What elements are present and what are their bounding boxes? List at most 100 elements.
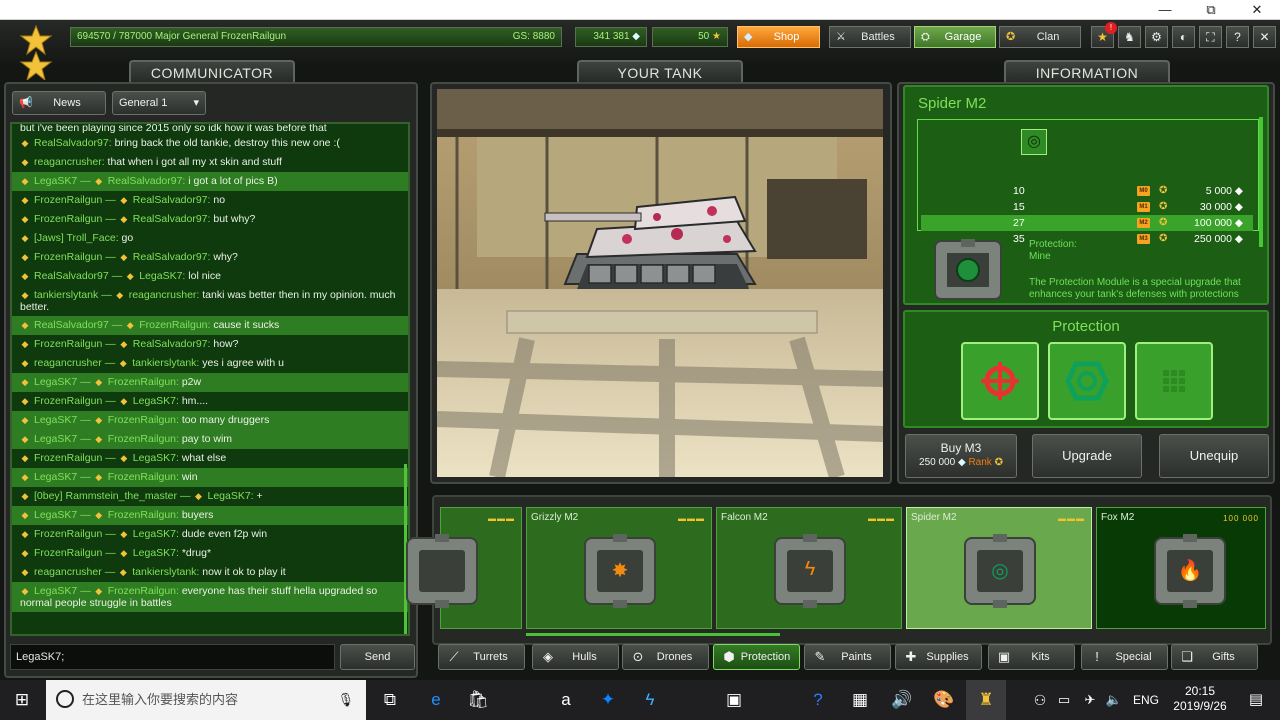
chat-sender[interactable]: FrozenRailgun xyxy=(34,213,102,225)
chat-message[interactable]: ◆ LegaSK7— ◆ FrozenRailgun: win xyxy=(12,468,408,487)
chat-recipient[interactable]: LegaSK7: xyxy=(133,395,179,407)
buy-m3-button[interactable]: Buy M3 250 000 ◆ Rank ✪ xyxy=(905,434,1017,478)
chat-message[interactable]: ◆ FrozenRailgun — ◆ LegaSK7: hm.... xyxy=(12,392,408,411)
chat-recipient[interactable]: FrozenRailgun: xyxy=(108,509,179,521)
chat-message[interactable]: ◆ reagancrusher — ◆ tankierslytank: now it o… xyxy=(12,563,408,582)
chat-sender[interactable]: FrozenRailgun xyxy=(34,194,102,206)
chat-sender[interactable]: RealSalvador97: xyxy=(34,137,112,149)
action-center-icon[interactable]: ▤ xyxy=(1236,680,1276,720)
chat-recipient[interactable]: LegaSK7: xyxy=(133,452,179,464)
garage-item-card[interactable]: Spider M2 ▬▬▬ ◎ xyxy=(906,507,1092,629)
chat-sender[interactable]: FrozenRailgun xyxy=(34,338,102,350)
send-button[interactable]: Send xyxy=(340,644,415,670)
category-tab-drones[interactable]: ⊙ Drones xyxy=(622,644,709,670)
garage-scrollbar[interactable] xyxy=(526,633,780,636)
chat-message[interactable]: ◆ FrozenRailgun — ◆ RealSalvador97: no xyxy=(12,191,408,210)
help-icon[interactable]: ? xyxy=(1226,26,1249,48)
chat-sender[interactable]: tankierslytank xyxy=(34,289,98,301)
amazon-icon[interactable]: a xyxy=(546,680,586,720)
windows-start-icon[interactable]: ⊞ xyxy=(2,680,42,720)
upgrade-row[interactable]: 15 M1 ✪ 30 000 ◆ xyxy=(921,199,1253,215)
chat-message[interactable]: ◆ LegaSK7— ◆ FrozenRailgun: buyers xyxy=(12,506,408,525)
chat-message-list[interactable]: but i've been playing since 2015 only so… xyxy=(10,122,410,636)
chat-recipient[interactable]: LegaSK7: xyxy=(139,270,185,282)
chat-sender[interactable]: reagancrusher xyxy=(34,357,102,369)
chat-message[interactable]: ◆ RealSalvador97— ◆ FrozenRailgun: cause it… xyxy=(12,316,408,335)
chat-message[interactable]: ◆ FrozenRailgun — ◆ LegaSK7: *drug* xyxy=(12,544,408,563)
missions-star-icon[interactable]: ★ ! xyxy=(1091,22,1117,48)
restore-button[interactable]: ⧉ xyxy=(1188,0,1234,20)
chat-sender[interactable]: [0bey] Rammstein_the_master xyxy=(34,490,177,502)
dropbox-icon[interactable]: ✦ xyxy=(588,680,628,720)
chat-message[interactable]: ◆ LegaSK7— ◆ FrozenRailgun: pay to wim xyxy=(12,430,408,449)
taskbar-search-box[interactable]: 在这里输入你要搜索的内容 🎙 xyxy=(46,680,366,720)
chat-message[interactable]: ◆ RealSalvador97— ◆ LegaSK7: lol nice xyxy=(12,267,408,286)
upgrade-button[interactable]: Upgrade xyxy=(1032,434,1142,478)
chat-message[interactable]: ◆ FrozenRailgun — ◆ LegaSK7: what else xyxy=(12,449,408,468)
chat-sender[interactable]: FrozenRailgun xyxy=(34,251,102,263)
garage-item-card[interactable]: Fox M2 100 000 🔥 xyxy=(1096,507,1266,629)
channel-select[interactable]: General 1 ▾ xyxy=(112,91,206,115)
chat-recipient[interactable]: FrozenRailgun: xyxy=(108,471,179,483)
chat-recipient[interactable]: RealSalvador97: xyxy=(133,251,211,263)
news-button[interactable]: 📢 News xyxy=(12,91,106,115)
chat-sender[interactable]: RealSalvador97 xyxy=(34,319,109,331)
category-tab-hulls[interactable]: ◈ Hulls xyxy=(532,644,619,670)
fullscreen-icon[interactable]: ⛶ xyxy=(1199,26,1222,48)
store-icon[interactable]: 🛍 xyxy=(458,680,498,720)
chat-message[interactable]: ◆ [0bey] Rammstein_the_master — ◆ LegaSK7: + xyxy=(12,487,408,506)
help-tips-icon[interactable]: ? xyxy=(798,680,838,720)
upgrade-row[interactable]: 27 M2 ✪ 100 000 ◆ xyxy=(921,215,1253,231)
chat-sender[interactable]: FrozenRailgun xyxy=(34,528,102,540)
media-player-icon[interactable]: ▦ xyxy=(840,680,880,720)
info-scrollbar[interactable] xyxy=(1259,117,1263,247)
chat-sender[interactable]: LegaSK7 xyxy=(34,471,77,483)
tank-preview[interactable] xyxy=(437,89,883,477)
chat-input[interactable]: LegaSK7; xyxy=(10,644,335,670)
chat-message[interactable]: ◆ FrozenRailgun — ◆ RealSalvador97: but why? xyxy=(12,210,408,229)
task-view-icon[interactable]: ⧉ xyxy=(370,680,410,720)
chat-recipient[interactable]: RealSalvador97: xyxy=(108,175,186,187)
chat-message[interactable]: ◆ reagancrusher — ◆ tankierslytank: yes i ag… xyxy=(12,354,408,373)
chat-recipient[interactable]: tankierslytank: xyxy=(132,357,199,369)
upgrade-row[interactable]: 10 M0 ✪ 5 000 ◆ xyxy=(921,183,1253,199)
category-tab-paints[interactable]: ✎ Paints xyxy=(804,644,891,670)
chat-recipient[interactable]: FrozenRailgun: xyxy=(108,433,179,445)
chat-recipient[interactable]: FrozenRailgun: xyxy=(108,414,179,426)
category-tab-special[interactable]: ! Special xyxy=(1081,644,1168,670)
category-tab-supplies[interactable]: ✚ Supplies xyxy=(895,644,982,670)
chat-recipient[interactable]: reagancrusher: xyxy=(129,289,200,301)
chat-message[interactable]: ◆ FrozenRailgun — ◆ RealSalvador97: how? xyxy=(12,335,408,354)
chat-sender[interactable]: LegaSK7 xyxy=(34,414,77,426)
friends-icon[interactable]: ♞ xyxy=(1118,26,1141,48)
chat-message[interactable]: ◆ FrozenRailgun — ◆ RealSalvador97: why? xyxy=(12,248,408,267)
chat-recipient[interactable]: FrozenRailgun: xyxy=(108,585,179,597)
close-window-button[interactable]: ✕ xyxy=(1234,0,1280,20)
chat-recipient[interactable]: RealSalvador97: xyxy=(133,338,211,350)
chat-recipient[interactable]: LegaSK7: xyxy=(133,547,179,559)
settings-gear-icon[interactable]: ⚙ xyxy=(1145,26,1168,48)
battles-button[interactable]: ⚔ Battles xyxy=(829,26,911,48)
chat-message[interactable]: ◆ tankierslytank — ◆ reagancrusher: tanki wa… xyxy=(12,286,408,316)
chat-sender[interactable]: FrozenRailgun xyxy=(34,547,102,559)
volume-mixer-icon[interactable]: 🔊 xyxy=(882,680,922,720)
chat-sender[interactable]: FrozenRailgun xyxy=(34,452,102,464)
chat-recipient[interactable]: tankierslytank: xyxy=(132,566,199,578)
chat-recipient[interactable]: FrozenRailgun: xyxy=(139,319,210,331)
category-tab-protection[interactable]: ⬢ Protection xyxy=(713,644,800,670)
edge-icon[interactable]: e xyxy=(416,680,456,720)
garage-item-card[interactable]: Falcon M2 ▬▬▬ ϟ xyxy=(716,507,902,629)
chat-recipient[interactable]: FrozenRailgun: xyxy=(108,376,179,388)
chat-recipient[interactable]: RealSalvador97: xyxy=(133,213,211,225)
tanki-online-taskbar-icon[interactable]: ♜ xyxy=(966,680,1006,720)
unequip-button[interactable]: Unequip xyxy=(1159,434,1269,478)
chat-message[interactable]: ◆ LegaSK7— ◆ FrozenRailgun: too many drugge… xyxy=(12,411,408,430)
taskbar-clock[interactable]: 20:15 2019/9/26 xyxy=(1172,684,1228,714)
chat-message[interactable]: ◆ RealSalvador97: bring back the old tank… xyxy=(12,134,408,153)
sound-icon[interactable]: ◐ xyxy=(1172,26,1195,48)
language-indicator[interactable]: ENG xyxy=(1133,680,1159,720)
category-tab-turrets[interactable]: ⟋ Turrets xyxy=(438,644,525,670)
chat-sender[interactable]: LegaSK7 xyxy=(34,433,77,445)
garage-button[interactable]: ⛭ Garage xyxy=(914,26,996,48)
chat-message[interactable]: ◆ LegaSK7— ◆ FrozenRailgun: p2w xyxy=(12,373,408,392)
